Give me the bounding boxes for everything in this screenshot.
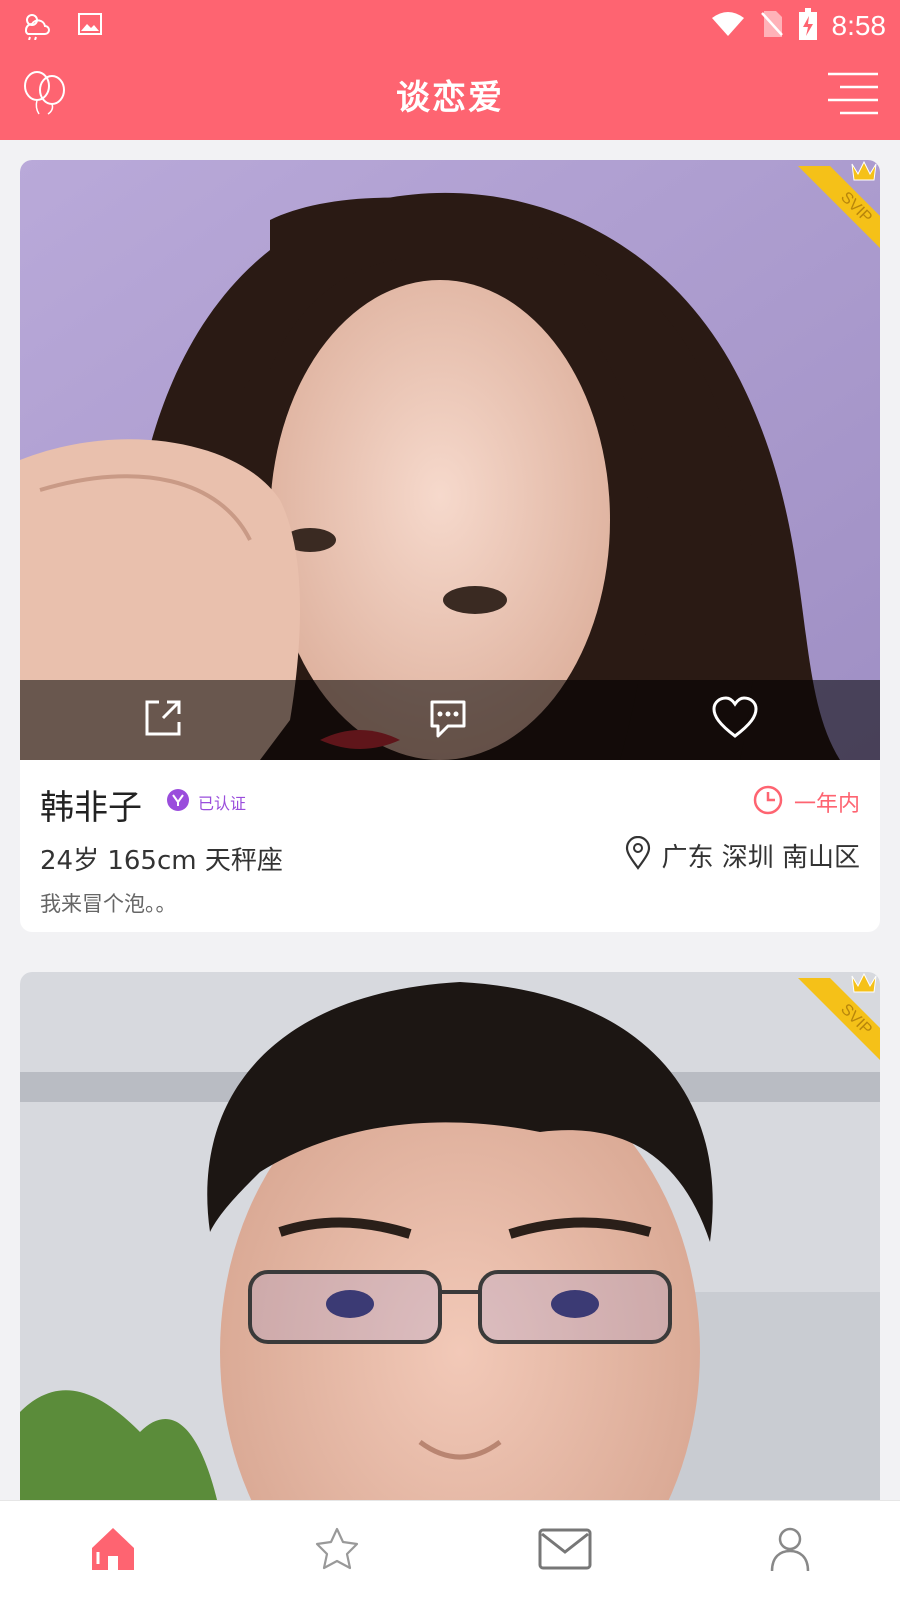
app-bar: 谈恋爱: [0, 50, 900, 140]
page-title: 谈恋爱: [396, 78, 504, 118]
profile-card[interactable]: SVIP: [20, 972, 880, 1512]
svip-badge: SVIP: [790, 972, 880, 1062]
verified-label: 已认证: [198, 794, 247, 813]
card-actions: [20, 680, 880, 760]
heart-icon[interactable]: [711, 696, 759, 744]
menu-icon[interactable]: [826, 70, 878, 122]
last-active-label: 一年内: [793, 792, 860, 817]
profile-photo[interactable]: [20, 972, 880, 1512]
tab-favorites[interactable]: [313, 1525, 361, 1577]
location-label: 广东 深圳 南山区: [661, 842, 860, 873]
profile-location: 广东 深圳 南山区: [625, 835, 860, 874]
status-bar: 8:58: [0, 0, 900, 50]
clock-icon: [752, 784, 784, 820]
weather-icon: [20, 10, 50, 44]
bottom-tab-bar: [0, 1500, 900, 1600]
profile-stats: 24岁 165cm 天秤座: [40, 846, 283, 876]
tab-home[interactable]: [88, 1524, 138, 1578]
wifi-icon: [710, 10, 746, 42]
star-icon: [316, 1527, 359, 1569]
no-sim-icon: [760, 9, 784, 43]
profile-name: 韩非子: [40, 788, 142, 828]
profile-bio: 我来冒个泡。。: [40, 892, 177, 916]
image-icon: [76, 10, 104, 44]
mail-icon: [538, 1528, 592, 1569]
verified-badge: 已认证: [166, 788, 246, 816]
clock: 8:58: [831, 10, 887, 41]
svip-badge: SVIP: [790, 160, 880, 250]
share-icon[interactable]: [141, 696, 185, 744]
tab-messages[interactable]: [537, 1526, 593, 1576]
user-icon: [771, 1527, 810, 1571]
verified-icon: [166, 788, 190, 816]
profile-info: 韩非子 已认证 一年内 24岁 165cm 天秤座 广东 深圳 南山区 我来冒个…: [20, 760, 880, 932]
profile-card[interactable]: SVIP 韩非子 已认证 一年内 24岁 165cm 天秤座 广东 深圳 南山区…: [20, 160, 880, 932]
profile-photo[interactable]: [20, 160, 880, 760]
location-pin-icon: [625, 835, 651, 874]
tab-profile[interactable]: [768, 1525, 812, 1577]
last-active: 一年内: [752, 784, 860, 820]
battery-charging-icon: [798, 8, 818, 44]
chat-icon[interactable]: [426, 696, 470, 744]
home-icon: [91, 1527, 134, 1570]
